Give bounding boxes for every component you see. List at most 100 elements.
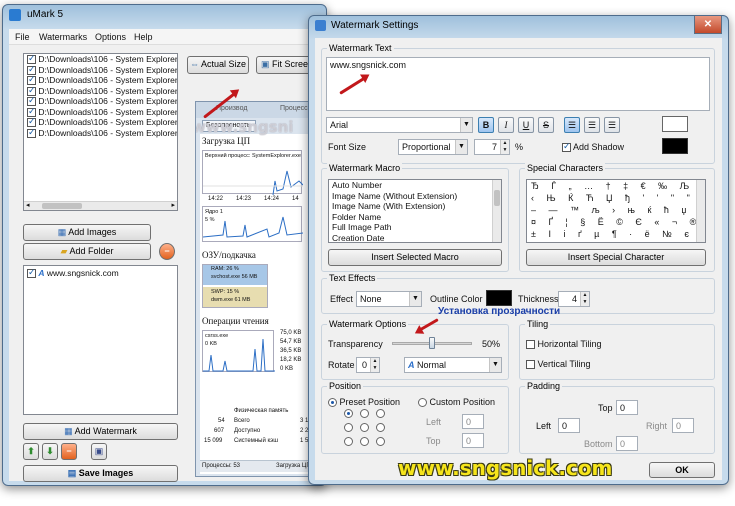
- file-list-row[interactable]: D:\Downloads\106 - System Explorer 5: [24, 116, 177, 128]
- menu-help[interactable]: Help: [134, 32, 153, 42]
- custom-position-radio[interactable]: [418, 398, 427, 408]
- file-list-hscrollbar[interactable]: ◂ ▸: [24, 201, 177, 210]
- custom-position-option[interactable]: Custom Position: [418, 397, 495, 408]
- file-list-row[interactable]: D:\Downloads\106 - System Explorer 5: [24, 106, 177, 118]
- macro-list-scrollbar[interactable]: [492, 180, 501, 242]
- menu-watermarks[interactable]: Watermarks: [39, 32, 87, 42]
- file-list-row[interactable]: D:\Downloads\106 - System Explorer 5: [24, 74, 177, 86]
- position-radio-bottom-left[interactable]: [344, 437, 353, 446]
- padding-bottom-input[interactable]: 0: [616, 436, 638, 451]
- add-images-button[interactable]: ▦ Add Images: [23, 224, 151, 241]
- actual-size-button[interactable]: ⇔ Actual Size: [187, 56, 249, 74]
- dialog-close-button[interactable]: ✕: [694, 16, 722, 34]
- position-radio-top-center[interactable]: [360, 409, 369, 418]
- stepper-arrows-icon[interactable]: ▲ ▼: [580, 292, 589, 306]
- font-size-stepper[interactable]: 7 ▲ ▼: [474, 139, 510, 155]
- menu-options[interactable]: Options: [95, 32, 126, 42]
- align-center-button[interactable]: ☰: [584, 117, 600, 133]
- strikethrough-button[interactable]: S: [538, 117, 554, 133]
- position-radio-middle-right[interactable]: [376, 423, 385, 432]
- preset-position-grid[interactable]: [344, 409, 394, 449]
- font-size-mode-select[interactable]: Proportional ▼: [398, 139, 468, 155]
- add-watermark-button[interactable]: ▦ Add Watermark: [23, 423, 178, 440]
- special-characters-grid[interactable]: Ђ Ѓ „ … † ‡ € ‰ Љ ‹ Њ Ќ Ћ Џ ђ ' ' " " • …: [526, 179, 706, 243]
- move-up-button[interactable]: ⬆: [23, 443, 39, 460]
- watermark-list-item[interactable]: A www.sngsnick.com: [24, 267, 177, 279]
- slider-thumb[interactable]: [429, 337, 435, 349]
- horizontal-tiling-option[interactable]: Horizontal Tiling: [526, 339, 602, 350]
- umark-titlebar[interactable]: uMark 5: [3, 5, 326, 27]
- blend-mode-select[interactable]: A Normal ▼: [404, 357, 502, 373]
- insert-special-button[interactable]: Insert Special Character: [526, 249, 706, 266]
- position-radio-middle-left[interactable]: [344, 423, 353, 432]
- position-radio-bottom-right[interactable]: [376, 437, 385, 446]
- scroll-right-icon[interactable]: ▸: [171, 201, 175, 209]
- special-characters-scrollbar[interactable]: [696, 180, 705, 242]
- rotate-stepper[interactable]: 0 ▲ ▼: [356, 357, 380, 373]
- insert-macro-button[interactable]: Insert Selected Macro: [328, 249, 502, 266]
- macro-item[interactable]: Full Image Path: [329, 222, 501, 233]
- scroll-thumb[interactable]: [494, 190, 500, 206]
- watermark-text-input[interactable]: www.sngsnick.com: [326, 57, 710, 111]
- add-folder-button[interactable]: ▰ Add Folder: [23, 243, 151, 260]
- padding-top-input[interactable]: 0: [616, 400, 638, 415]
- text-color-swatch[interactable]: [662, 116, 688, 132]
- ok-button[interactable]: OK: [649, 462, 715, 478]
- macro-item[interactable]: Creation Date: [329, 233, 501, 243]
- remove-watermark-button[interactable]: −: [61, 443, 77, 460]
- menu-file[interactable]: File: [15, 32, 30, 42]
- position-radio-bottom-center[interactable]: [360, 437, 369, 446]
- watermark-checkbox[interactable]: [27, 267, 36, 279]
- phys-row-label: Всего: [234, 418, 250, 424]
- preset-position-radio[interactable]: [328, 398, 337, 408]
- file-list-row[interactable]: D:\Downloads\106 - System Explorer 5: [24, 127, 177, 139]
- align-right-button[interactable]: ☰: [604, 117, 620, 133]
- underline-button[interactable]: U: [518, 117, 534, 133]
- outline-color-swatch[interactable]: [486, 290, 512, 306]
- italic-button[interactable]: I: [498, 117, 514, 133]
- scroll-thumb[interactable]: [42, 203, 82, 209]
- watermark-list[interactable]: A www.sngsnick.com: [23, 265, 178, 415]
- macro-item[interactable]: Folder Name: [329, 212, 501, 223]
- macro-item[interactable]: Image Name (Without Extension): [329, 191, 501, 202]
- vertical-tiling-checkbox[interactable]: [526, 360, 535, 370]
- file-list-row[interactable]: D:\Downloads\106 - System Explorer 5: [24, 95, 177, 107]
- position-left-input[interactable]: 0: [462, 414, 484, 429]
- file-list-row[interactable]: D:\Downloads\106 - System Explorer 5: [24, 54, 177, 65]
- scroll-left-icon[interactable]: ◂: [26, 201, 30, 209]
- macro-item[interactable]: Image Name (With Extension): [329, 201, 501, 212]
- shadow-color-swatch[interactable]: [662, 138, 688, 154]
- effect-select[interactable]: None ▼: [356, 291, 422, 307]
- file-checkbox[interactable]: [27, 127, 36, 138]
- macro-list[interactable]: Auto Number Image Name (Without Extensio…: [328, 179, 502, 243]
- padding-right-input[interactable]: 0: [672, 418, 694, 433]
- vertical-tiling-option[interactable]: Vertical Tiling: [526, 359, 591, 370]
- position-top-input[interactable]: 0: [462, 433, 484, 448]
- font-select[interactable]: Arial ▼: [326, 117, 473, 133]
- bold-button[interactable]: B: [478, 117, 494, 133]
- padding-left-input[interactable]: 0: [558, 418, 580, 433]
- remove-folder-button[interactable]: −: [159, 243, 175, 260]
- dialog-titlebar[interactable]: Watermark Settings ✕: [309, 16, 728, 38]
- transparency-slider[interactable]: [392, 337, 472, 349]
- file-list[interactable]: D:\Downloads\106 - System Explorer 5 D:\…: [23, 53, 178, 211]
- save-images-button[interactable]: ▤ Save Images: [23, 465, 178, 482]
- file-list-row[interactable]: D:\Downloads\106 - System Explorer 5: [24, 64, 177, 76]
- position-radio-top-right[interactable]: [376, 409, 385, 418]
- special-char-row[interactable]: ± І і ґ µ ¶ · ё № є » ј: [531, 227, 705, 241]
- save-watermarks-button[interactable]: ▣: [91, 443, 107, 460]
- macro-item[interactable]: Auto Number: [329, 180, 501, 191]
- image-preview[interactable]: Производ Процесс Безопасность Загрузка Ц…: [195, 101, 321, 477]
- position-radio-top-left[interactable]: [344, 409, 353, 418]
- align-left-button[interactable]: ☰: [564, 117, 580, 133]
- stepper-arrows-icon[interactable]: ▲ ▼: [370, 358, 379, 372]
- thickness-stepper[interactable]: 4 ▲ ▼: [558, 291, 590, 307]
- horizontal-tiling-checkbox[interactable]: [526, 340, 535, 350]
- move-down-button[interactable]: ⬇: [42, 443, 58, 460]
- position-radio-middle-center[interactable]: [360, 423, 369, 432]
- add-shadow-checkbox[interactable]: [562, 141, 571, 153]
- stepper-arrows-icon[interactable]: ▲ ▼: [500, 140, 509, 154]
- file-list-row[interactable]: D:\Downloads\106 - System Explorer 5: [24, 85, 177, 97]
- preset-position-option[interactable]: Preset Position: [328, 397, 400, 408]
- add-shadow-option[interactable]: Add Shadow: [562, 141, 624, 153]
